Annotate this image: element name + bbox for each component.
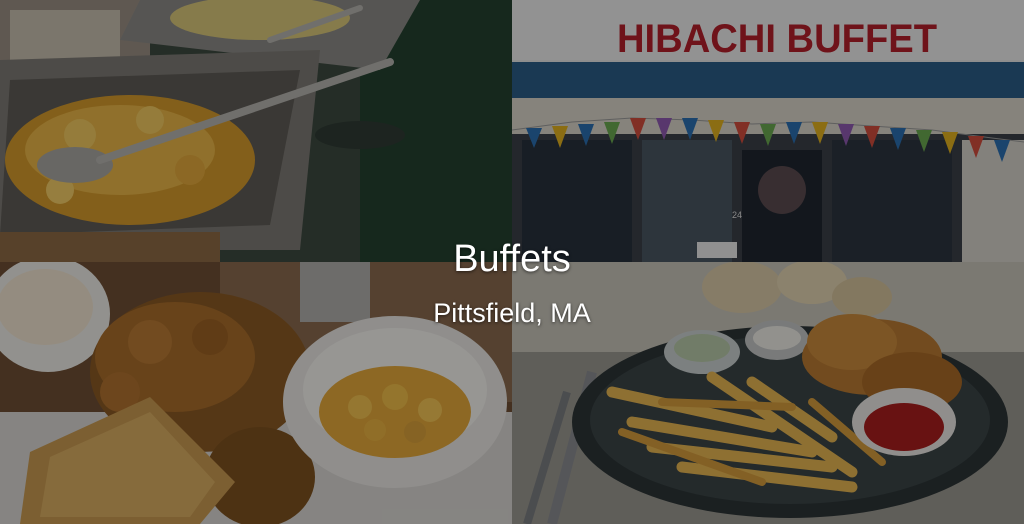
photo-buffet-trays	[0, 0, 512, 262]
photo-hibachi-buffet-storefront: HIBACHI BUFFET 24	[512, 0, 1024, 262]
storefront-sign-text: HIBACHI BUFFET	[617, 17, 937, 61]
door-number: 24	[732, 210, 742, 220]
image-collage: HIBACHI BUFFET 24 Buffets Pittsfield, MA	[0, 0, 1024, 524]
page-title: Buffets	[453, 238, 571, 280]
location-subtitle: Pittsfield, MA	[433, 298, 591, 328]
